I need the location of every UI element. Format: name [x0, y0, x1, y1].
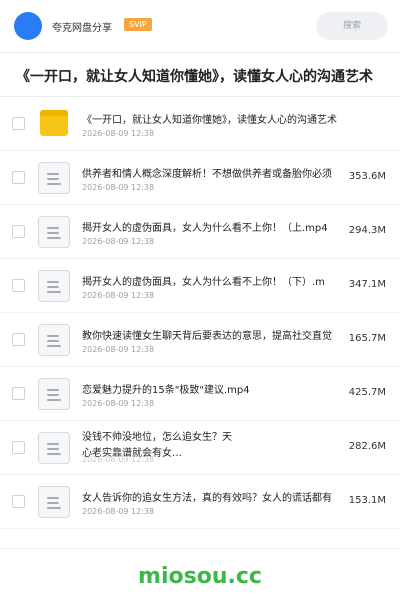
file-row[interactable]: 揭开女人的虚伪面具，女人为什么看不上你！（下）.m 2026-08-09 12:3… [0, 259, 400, 313]
file-name[interactable]: 揭开女人的虚伪面具，女人为什么看不上你！（下）.m [82, 273, 352, 288]
file-date: 2026-08-09 12:38 [82, 455, 155, 464]
file-date: 2026-08-09 12:38 [82, 507, 155, 516]
file-row[interactable]: 《一开口，就让女人知道你懂她》，读懂女人心的沟通艺术 2026-08-09 12:… [0, 97, 400, 151]
avatar[interactable] [14, 12, 42, 40]
file-name[interactable]: 《一开口，就让女人知道你懂她》，读懂女人心的沟通艺术 [82, 111, 352, 126]
file-date: 2026-08-09 12:38 [82, 237, 155, 246]
divider [0, 52, 400, 53]
file-size: 425.7M [346, 387, 386, 398]
document-icon [38, 432, 70, 464]
file-name[interactable]: 女人告诉你的追女生方法，真的有效吗？女人的谎话都有 [82, 489, 352, 504]
row-checkbox[interactable] [12, 387, 25, 400]
document-icon [38, 378, 70, 410]
file-date: 2026-08-09 12:38 [82, 129, 155, 138]
file-name[interactable]: 恋爱魅力提升的15条"极致"建议.mp4 [82, 381, 352, 396]
file-list: 《一开口，就让女人知道你懂她》，读懂女人心的沟通艺术 2026-08-09 12:… [0, 97, 400, 529]
document-icon [38, 324, 70, 356]
file-size: 165.7M [346, 333, 386, 344]
file-row[interactable]: 教你快速读懂女生聊天背后要表达的意思，提高社交直觉 2026-08-09 12:3… [0, 313, 400, 367]
file-name[interactable]: 揭开女人的虚伪面具，女人为什么看不上你！（上.mp4 [82, 219, 352, 234]
document-icon [38, 270, 70, 302]
file-name[interactable]: 供养者和情人概念深度解析！不想做供养者或备胎你必须 [82, 165, 352, 180]
row-checkbox[interactable] [12, 225, 25, 238]
row-checkbox[interactable] [12, 495, 25, 508]
document-icon [38, 162, 70, 194]
row-checkbox[interactable] [12, 171, 25, 184]
file-size: 353.6M [346, 171, 386, 182]
search-input[interactable]: 搜索 [316, 12, 388, 40]
file-size: 347.1M [346, 279, 386, 290]
file-name[interactable]: 教你快速读懂女生聊天背后要表达的意思，提高社交直觉 [82, 327, 352, 342]
username: 夸克网盘分享 [52, 23, 112, 34]
file-row[interactable]: 没钱不帅没地位，怎么追女生？天心老实靠谱就会有女… 2026-08-09 12:3… [0, 421, 400, 475]
file-date: 2026-08-09 12:38 [82, 291, 155, 300]
file-size: 294.3M [346, 225, 386, 236]
watermark: miosou.cc [138, 564, 262, 589]
page-title: 《一开口，就让女人知道你懂她》，读懂女人心的沟通艺术 [16, 69, 373, 85]
file-row[interactable]: 揭开女人的虚伪面具，女人为什么看不上你！（上.mp4 2026-08-09 12:… [0, 205, 400, 259]
header: 夸克网盘分享 SVIP 搜索 [0, 0, 400, 52]
file-size: 153.1M [346, 495, 386, 506]
row-checkbox[interactable] [12, 117, 25, 130]
file-date: 2026-08-09 12:38 [82, 399, 155, 408]
folder-icon [38, 108, 70, 140]
file-date: 2026-08-09 12:38 [82, 183, 155, 192]
file-row[interactable]: 恋爱魅力提升的15条"极致"建议.mp4 2026-08-09 12:38 425.… [0, 367, 400, 421]
file-row[interactable]: 女人告诉你的追女生方法，真的有效吗？女人的谎话都有 2026-08-09 12:3… [0, 475, 400, 529]
document-icon [38, 216, 70, 248]
svip-badge: SVIP [124, 18, 152, 31]
document-icon [38, 486, 70, 518]
file-date: 2026-08-09 12:38 [82, 345, 155, 354]
file-row[interactable]: 供养者和情人概念深度解析！不想做供养者或备胎你必须 2026-08-09 12:3… [0, 151, 400, 205]
divider [0, 548, 400, 549]
row-checkbox[interactable] [12, 279, 25, 292]
row-checkbox[interactable] [12, 441, 25, 454]
file-size: 282.6M [346, 441, 386, 452]
row-checkbox[interactable] [12, 333, 25, 346]
